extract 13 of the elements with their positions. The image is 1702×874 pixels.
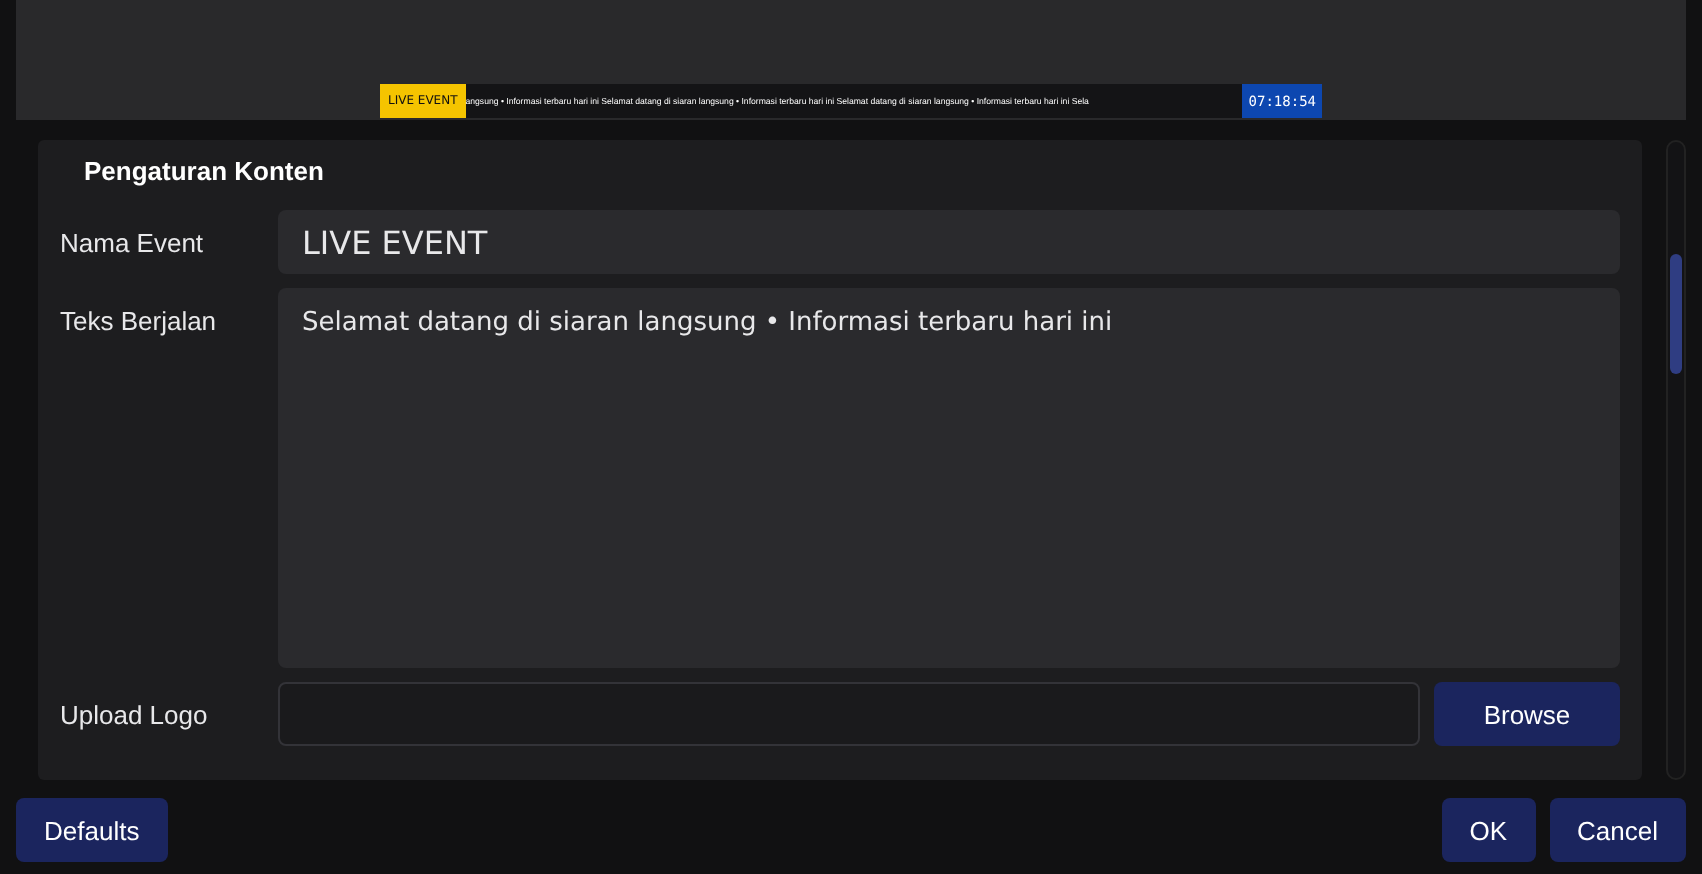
field-label: Nama Event: [60, 226, 206, 262]
ticker-text-area[interactable]: Selamat datang di siaran langsung • Informasi terbaru hari ini: [278, 288, 1620, 668]
file-path-field[interactable]: [278, 682, 1420, 746]
field-label: Teks Berjalan: [60, 304, 219, 340]
scrollbar-thumb[interactable]: [1670, 254, 1682, 374]
cancel-button[interactable]: Cancel: [1549, 798, 1686, 862]
event-name-field[interactable]: LIVE EVENT: [278, 210, 1620, 274]
section-title: Pengaturan Konten: [84, 156, 326, 186]
defaults-button[interactable]: Defaults: [16, 798, 168, 862]
browse-button[interactable]: Browse: [1434, 682, 1620, 746]
field-label: Upload Logo: [60, 698, 210, 734]
ok-button[interactable]: OK: [1441, 798, 1536, 862]
scrollbar[interactable]: [1666, 140, 1686, 780]
